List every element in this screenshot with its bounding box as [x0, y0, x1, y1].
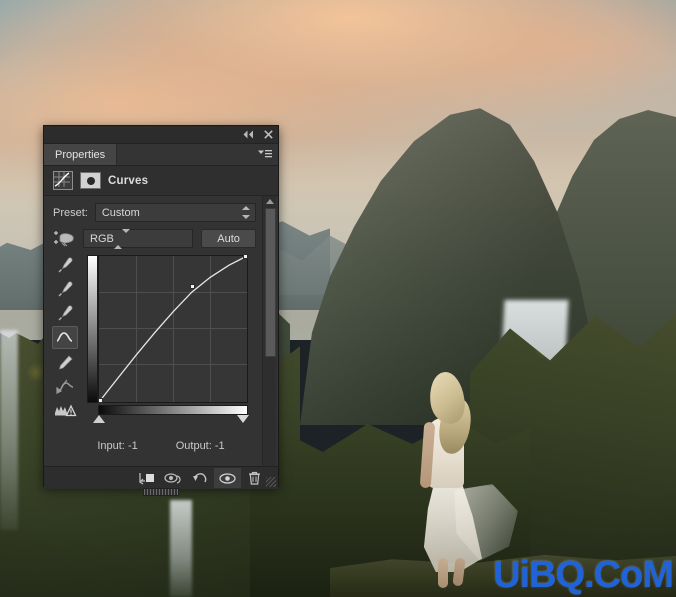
- control-point-mid[interactable]: [190, 284, 195, 289]
- preset-row: Preset: Custom: [44, 196, 278, 227]
- clip-warning-toggle[interactable]: [53, 400, 77, 421]
- layer-mask-icon: [80, 172, 101, 189]
- close-icon[interactable]: [264, 130, 273, 139]
- resize-grip[interactable]: [266, 477, 276, 487]
- figure-leg-left: [438, 558, 448, 588]
- scrollbar-thumb[interactable]: [265, 208, 276, 357]
- panel-tabstrip[interactable]: Properties: [44, 144, 278, 166]
- on-image-adjust-icon[interactable]: [53, 230, 75, 248]
- input-label: Input:: [97, 440, 125, 452]
- output-label: Output:: [176, 440, 212, 452]
- preset-spinner-icon[interactable]: [242, 206, 250, 219]
- channel-select[interactable]: RGB: [83, 229, 193, 248]
- toggle-previous-state-button[interactable]: [160, 468, 187, 488]
- black-point-eyedropper[interactable]: [53, 278, 77, 299]
- panel-menu-icon[interactable]: [258, 149, 272, 160]
- input-value: -1: [128, 440, 138, 452]
- input-readout: Input: -1: [97, 440, 137, 452]
- white-point-marker[interactable]: [237, 415, 249, 423]
- output-gradient-bar: [87, 255, 98, 403]
- curves-chart[interactable]: [87, 255, 247, 411]
- smooth-curve-tool[interactable]: [53, 376, 77, 397]
- reset-button[interactable]: [187, 468, 214, 488]
- output-value: -1: [215, 440, 225, 452]
- curves-grid-icon: [53, 171, 73, 190]
- adjustment-header: Curves: [44, 166, 278, 196]
- panel-footer: [44, 466, 278, 489]
- delete-button[interactable]: [241, 468, 268, 488]
- tabstrip-filler: [117, 144, 278, 165]
- sample-in-image-eyedropper[interactable]: [53, 254, 77, 275]
- curves-toolbar: [51, 254, 78, 421]
- tab-properties[interactable]: Properties: [44, 144, 117, 165]
- channel-value: RGB: [90, 233, 114, 245]
- panel-body: Preset: Custom: [44, 196, 278, 489]
- clip-to-layer-button[interactable]: [133, 468, 160, 488]
- gray-point-eyedropper[interactable]: [53, 302, 77, 323]
- curve-path: [99, 256, 247, 402]
- panel-resize-handle[interactable]: [143, 488, 179, 496]
- channel-row: RGB Auto: [44, 227, 278, 254]
- control-point-white[interactable]: [243, 254, 248, 259]
- figure-leg-right: [452, 557, 465, 586]
- visibility-button[interactable]: [214, 468, 241, 488]
- curves-readout: Input: -1 Output: -1: [44, 440, 278, 452]
- waterfall-left: [0, 330, 18, 530]
- scroll-up-arrow-icon[interactable]: [266, 199, 274, 204]
- properties-panel[interactable]: Properties Curves: [43, 125, 279, 487]
- panel-scrollbar[interactable]: [262, 196, 276, 489]
- figure-hair: [427, 370, 468, 426]
- preset-select[interactable]: Custom: [95, 203, 256, 222]
- control-point-black[interactable]: [98, 398, 103, 403]
- tab-properties-label: Properties: [55, 149, 105, 161]
- black-point-marker[interactable]: [93, 415, 105, 423]
- screenshot-root: UiBQ.CoM Properties: [0, 0, 676, 597]
- output-readout: Output: -1: [176, 440, 225, 452]
- preset-value: Custom: [102, 207, 140, 219]
- site-watermark: UiBQ.CoM: [493, 555, 673, 595]
- curve-point-tool[interactable]: [52, 326, 78, 349]
- collapse-icon[interactable]: [242, 130, 255, 139]
- input-gradient-bar: [98, 405, 248, 415]
- auto-button[interactable]: Auto: [201, 229, 256, 248]
- panel-titlebar[interactable]: [44, 126, 278, 144]
- pencil-tool[interactable]: [53, 352, 77, 373]
- auto-button-label: Auto: [217, 233, 240, 245]
- preset-label: Preset:: [53, 207, 88, 219]
- waterfall-small: [170, 500, 192, 597]
- curve-grid[interactable]: [98, 255, 248, 403]
- adjustment-title: Curves: [108, 175, 148, 187]
- channel-spinner-icon[interactable]: [114, 233, 130, 245]
